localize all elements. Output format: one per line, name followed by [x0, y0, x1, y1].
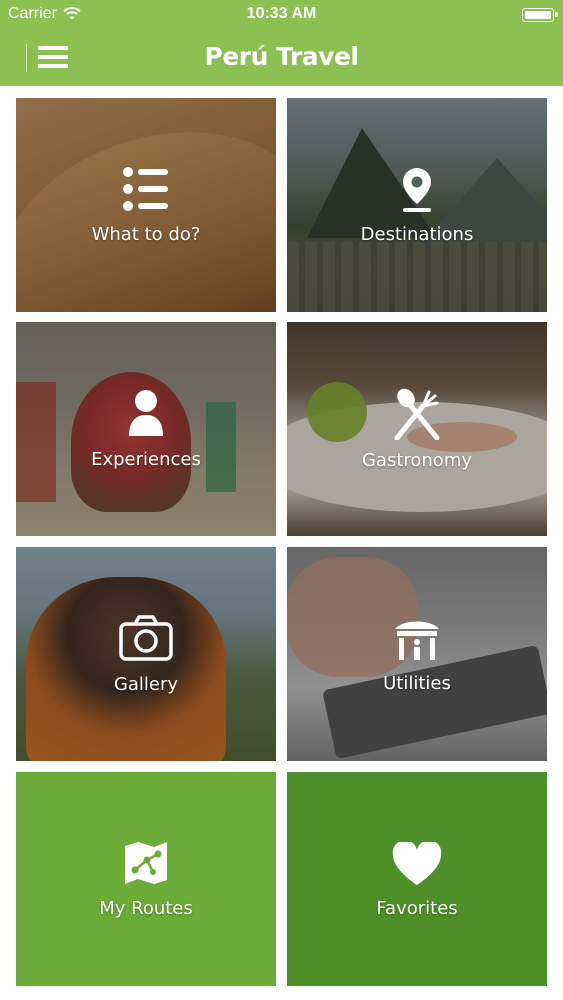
fork-spoon-icon	[394, 388, 440, 440]
tile-experiences[interactable]: Experiences	[16, 322, 276, 536]
list-icon	[123, 167, 168, 211]
page-title: Perú Travel	[204, 42, 359, 71]
tile-utilities[interactable]: Utilities	[287, 547, 547, 761]
tile-destinations[interactable]: Destinations	[287, 98, 547, 312]
tile-label: Utilities	[383, 673, 451, 694]
status-time: 10:33 AM	[246, 5, 317, 22]
tile-favorites[interactable]: Favorites	[287, 772, 547, 986]
tile-gastronomy[interactable]: Gastronomy	[287, 322, 547, 536]
tile-label: Favorites	[376, 898, 458, 919]
map-pin-icon	[403, 168, 431, 212]
tile-label: My Routes	[99, 898, 193, 919]
nav-bar: Perú Travel	[0, 30, 563, 86]
tile-gallery[interactable]: Gallery	[16, 547, 276, 761]
camera-icon	[119, 615, 173, 661]
heart-icon	[392, 842, 442, 885]
battery-icon	[522, 8, 558, 22]
tile-label: What to do?	[91, 224, 201, 245]
map-route-icon	[125, 842, 167, 884]
person-icon	[129, 390, 163, 436]
tile-label: Gallery	[113, 674, 179, 695]
tile-label: Destinations	[360, 224, 474, 245]
tile-label: Gastronomy	[361, 450, 473, 471]
tile-my-routes[interactable]: My Routes	[16, 772, 276, 986]
kiosk-info-icon	[395, 621, 439, 660]
status-bar: Carrier 10:33 AM	[0, 0, 563, 30]
tile-what-to-do[interactable]: What to do?	[16, 98, 276, 312]
tile-label: Experiences	[91, 449, 201, 470]
